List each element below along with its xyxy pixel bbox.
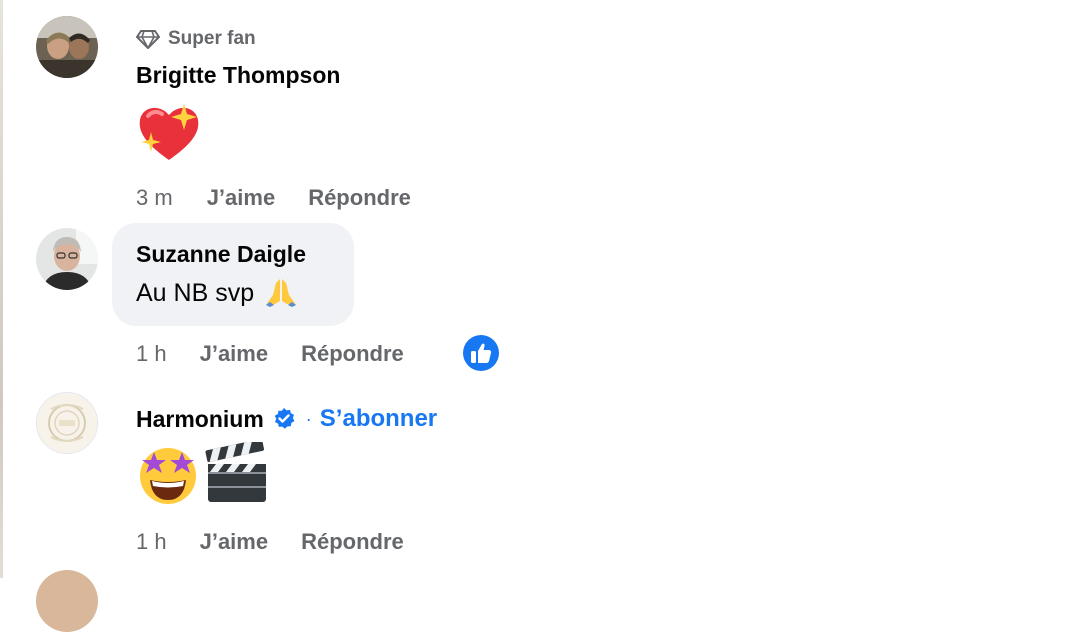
comment-author[interactable]: Harmonium	[136, 406, 264, 433]
follow-button[interactable]: S’abonner	[320, 405, 437, 433]
avatar-brigitte-thompson[interactable]	[36, 16, 98, 78]
like-reaction-badge[interactable]	[463, 335, 499, 371]
comment-text: Au NB svp	[136, 278, 255, 307]
comment-emoji-content	[136, 439, 270, 511]
comment-timestamp[interactable]: 1 h	[136, 529, 167, 555]
like-button[interactable]: J’aime	[200, 341, 269, 367]
comment-actions: 3 m J’aime Répondre	[136, 184, 411, 212]
comment-text-row: Au NB svp	[136, 277, 298, 309]
left-edge-strip	[0, 0, 3, 578]
comment-emoji-content	[136, 102, 202, 169]
comment-actions: 1 h J’aime Répondre	[136, 340, 404, 368]
comment-timestamp[interactable]: 1 h	[136, 341, 167, 367]
separator-dot: ·	[305, 408, 312, 429]
diamond-icon	[136, 29, 160, 49]
comment-author[interactable]: Suzanne Daigle	[136, 241, 306, 268]
comment-bubble: Suzanne Daigle Au NB svp	[112, 223, 354, 326]
comment-actions: 1 h J’aime Répondre	[136, 528, 404, 556]
star-struck-face-emoji	[136, 442, 200, 511]
thumbs-up-icon	[470, 342, 492, 364]
verified-badge-icon	[272, 407, 296, 431]
comment-timestamp[interactable]: 3 m	[136, 185, 173, 211]
comment-header: Harmonium · S’abonner	[136, 403, 437, 435]
super-fan-label: Super fan	[168, 28, 256, 49]
avatar-next-comment[interactable]	[36, 570, 98, 632]
clapper-board-emoji	[204, 439, 270, 511]
like-button[interactable]: J’aime	[200, 529, 269, 555]
folded-hands-emoji	[264, 277, 298, 309]
reply-button[interactable]: Répondre	[301, 341, 404, 367]
avatar-suzanne-daigle[interactable]	[36, 228, 98, 290]
sparkling-heart-emoji	[136, 102, 202, 169]
super-fan-badge: Super fan	[136, 27, 256, 51]
comment-author[interactable]: Brigitte Thompson	[136, 62, 340, 89]
reply-button[interactable]: Répondre	[308, 185, 411, 211]
reply-button[interactable]: Répondre	[301, 529, 404, 555]
like-button[interactable]: J’aime	[207, 185, 276, 211]
avatar-harmonium[interactable]	[36, 392, 98, 454]
